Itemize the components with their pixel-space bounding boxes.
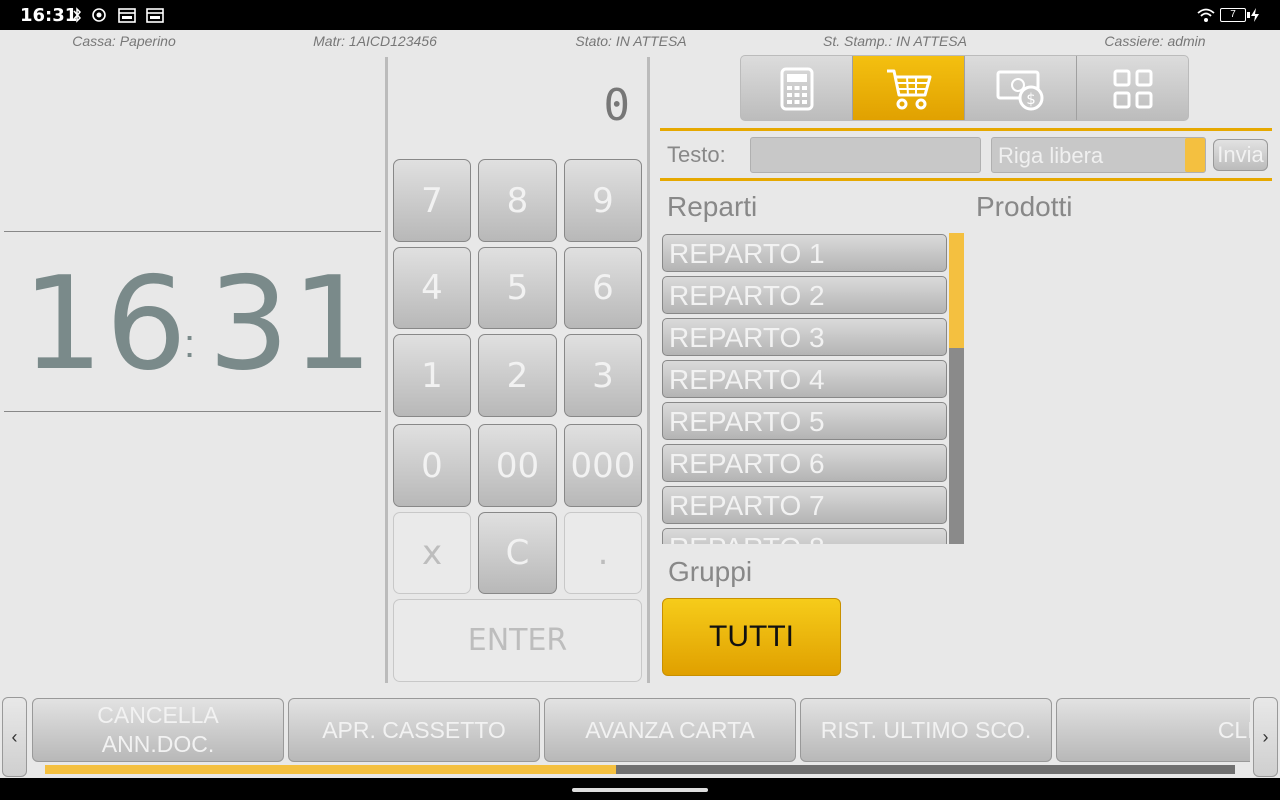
reparti-title: Reparti [667,191,758,222]
matricola-label: Matr: 1AICD123456 [313,33,437,49]
accent-line-top [660,128,1272,131]
reparti-scrollbar[interactable] [949,233,964,544]
home-gesture-bar[interactable] [572,788,708,792]
mode-tabs: $ [740,55,1189,121]
enter-button[interactable]: ENTER [393,599,642,682]
cassa-label: Cassa: Paperino [72,33,176,49]
wifi-icon [1197,8,1215,22]
apr-cassetto-button[interactable]: APR. CASSETTO [288,698,540,762]
status-bar: 16:31 7 [0,0,1280,30]
cancella-ann-doc-button[interactable]: CANCELLA ANN.DOC. [32,698,284,762]
testo-input[interactable] [750,137,981,173]
key-3[interactable]: 3 [564,334,642,417]
reparto-item-8[interactable]: REPARTO 8 [662,528,947,544]
pos-app: 16:31 7 Cassa: Paperino Matr: 1AICD12345… [0,0,1280,800]
calculator-icon [780,67,813,111]
key-5[interactable]: 5 [478,247,557,329]
calendar-icon [118,8,136,23]
navigation-bar [0,778,1280,800]
battery-icon: 7 [1220,8,1250,22]
vpn-icon [92,8,106,22]
keypad-display: 0 [603,80,631,131]
key-1[interactable]: 1 [393,334,471,417]
clock-separator: : [184,322,196,366]
clienti-button[interactable]: CLIENTI [1056,698,1250,762]
riga-libera-handle[interactable] [1185,138,1205,172]
cash-icon: $ [996,70,1043,111]
key-9[interactable]: 9 [564,159,642,242]
tab-cart[interactable] [853,56,965,120]
key-00[interactable]: 00 [478,424,557,507]
reparto-item-1[interactable]: REPARTO 1 [662,234,947,272]
key-multiply[interactable]: x [393,512,471,594]
riga-libera-value: Riga libera [998,143,1104,168]
reparti-list: REPARTO 1 REPARTO 2 REPARTO 3 REPARTO 4 … [662,234,948,544]
reparto-item-2[interactable]: REPARTO 2 [662,276,947,314]
reparto-item-6[interactable]: REPARTO 6 [662,444,947,482]
tab-cash[interactable]: $ [965,56,1077,120]
left-separator [385,57,388,683]
clienti-label: CLIENTI [1217,716,1250,743]
key-7[interactable]: 7 [393,159,471,242]
svg-text:$: $ [1026,90,1036,108]
clock-divider-top [4,231,381,232]
accent-line-bottom [660,178,1272,181]
function-bar-scroll-track[interactable] [45,765,1235,774]
function-bar-scroll-thumb[interactable] [45,765,617,774]
clock-minutes: 31 [208,250,375,399]
bluetooth-icon [73,7,82,23]
grid-icon [1113,69,1153,109]
tutti-button[interactable]: TUTTI [662,598,841,676]
info-row: Cassa: Paperino Matr: 1AICD123456 Stato:… [0,30,1280,52]
testo-label: Testo: [667,142,726,167]
reparto-item-5[interactable]: REPARTO 5 [662,402,947,440]
tab-grid[interactable] [1077,56,1188,120]
stampante-label: St. Stamp.: IN ATTESA [823,33,967,49]
cassiere-label: Cassiere: admin [1104,33,1206,49]
prodotti-title: Prodotti [976,191,1073,222]
key-0[interactable]: 0 [393,424,471,507]
rist-ultimo-sco-button[interactable]: RIST. ULTIMO SCO. [800,698,1052,762]
clock-divider-bottom [4,411,381,412]
key-decimal[interactable]: . [564,512,642,594]
reparto-item-7[interactable]: REPARTO 7 [662,486,947,524]
key-6[interactable]: 6 [564,247,642,329]
key-000[interactable]: 000 [564,424,642,507]
key-2[interactable]: 2 [478,334,557,417]
scroll-right-button[interactable]: › [1253,697,1278,777]
avanza-carta-button[interactable]: AVANZA CARTA [544,698,796,762]
riga-libera-select[interactable]: Riga libera [991,137,1206,173]
reparti-scrollbar-thumb[interactable] [949,233,964,348]
invia-button[interactable]: Invia [1213,139,1268,171]
status-time: 16:31 [20,5,78,26]
key-4[interactable]: 4 [393,247,471,329]
reparto-item-3[interactable]: REPARTO 3 [662,318,947,356]
key-clear[interactable]: C [478,512,557,594]
tab-calculator[interactable] [741,56,853,120]
clock: 16 : 31 [0,240,385,400]
clock-hours: 16 [22,250,189,399]
scroll-left-button[interactable]: ‹ [2,697,27,777]
cart-icon [886,69,931,110]
calendar-icon-2 [146,8,164,23]
gruppi-title: Gruppi [668,556,753,587]
reparto-item-4[interactable]: REPARTO 4 [662,360,947,398]
charging-icon [1251,8,1259,22]
stato-label: Stato: IN ATTESA [575,33,687,49]
right-separator [647,57,650,683]
key-8[interactable]: 8 [478,159,557,242]
